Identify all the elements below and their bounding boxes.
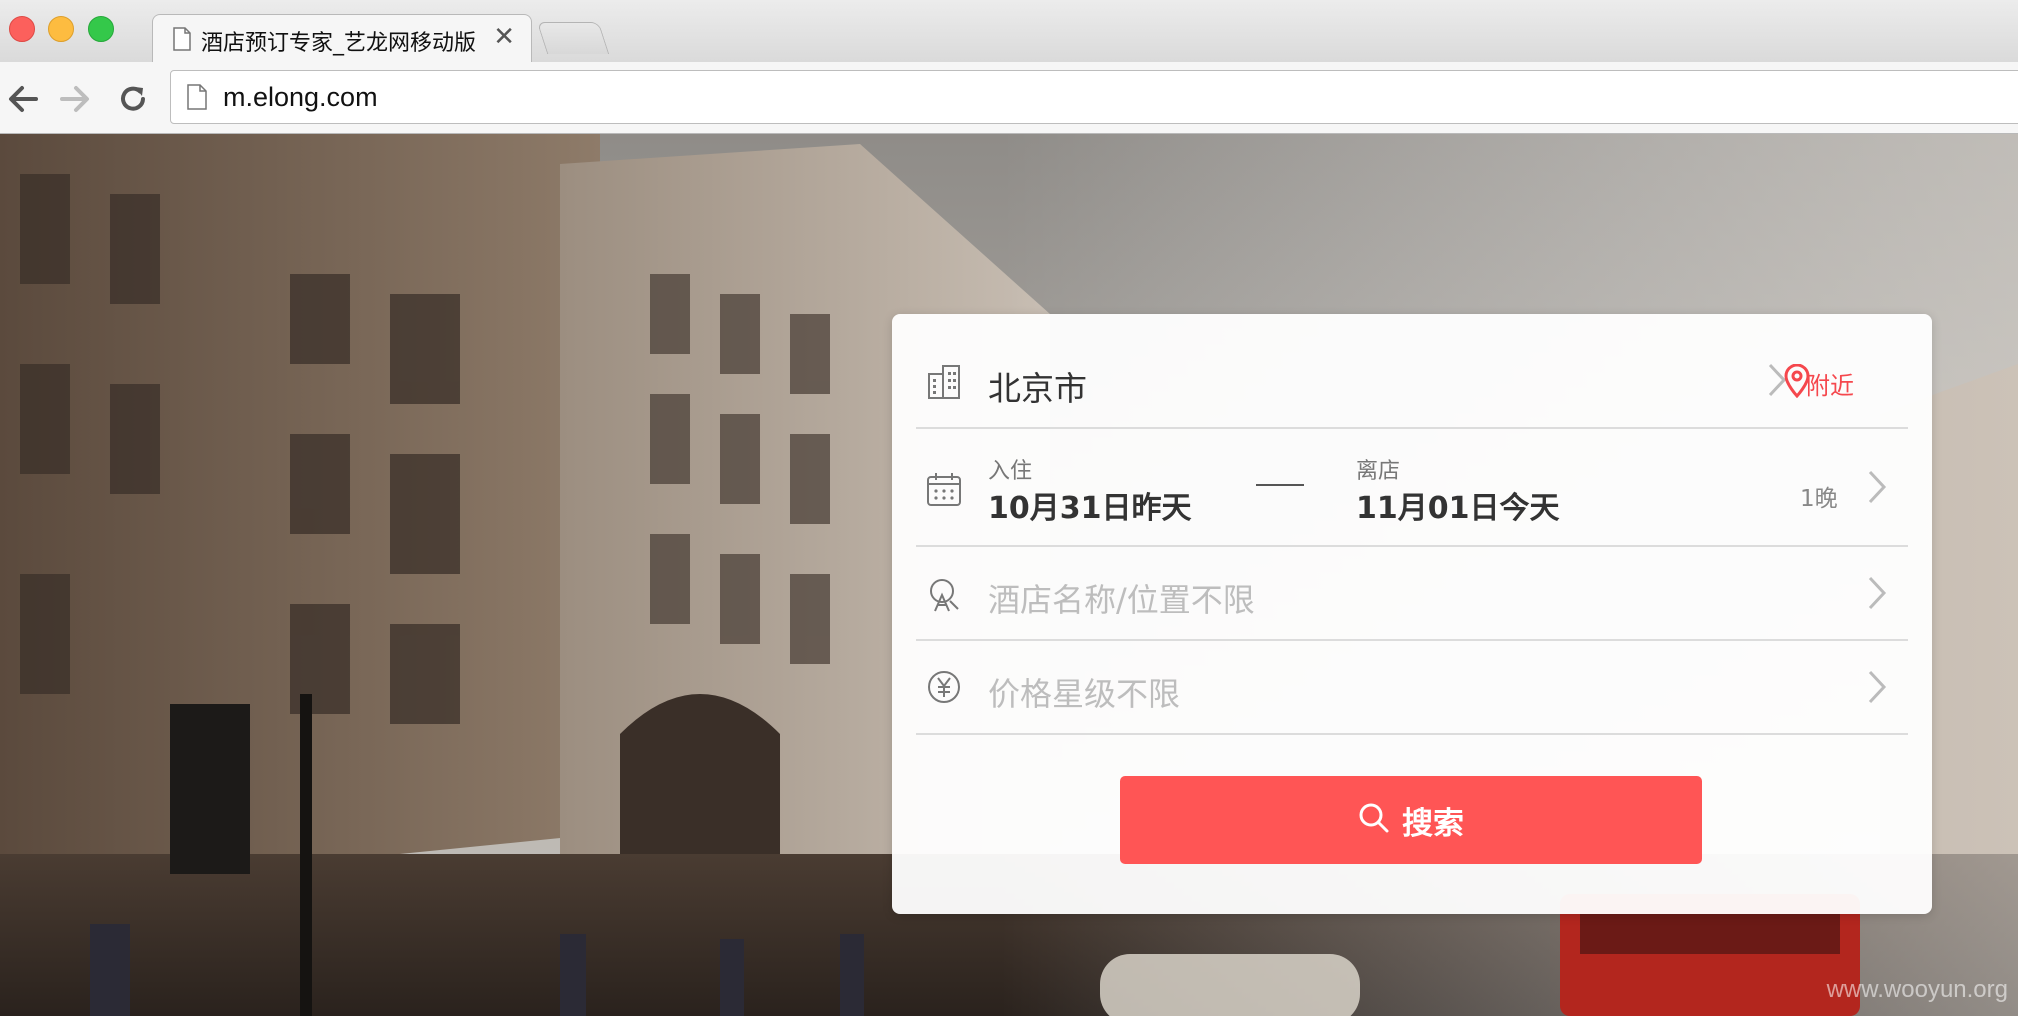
tab-close-button[interactable]: ✕ — [493, 23, 515, 51]
calendar-icon — [926, 471, 962, 507]
chevron-right-icon[interactable] — [1866, 669, 1888, 705]
nights-count: 1晚 — [1800, 486, 1838, 512]
checkout-label: 离店 — [1356, 459, 1401, 484]
page-icon — [173, 27, 191, 55]
price-star-input[interactable]: 价格星级不限 — [988, 669, 1180, 715]
close-window-button[interactable] — [9, 16, 35, 42]
address-bar[interactable]: m.elong.com — [170, 70, 2018, 124]
back-arrow-icon[interactable] — [6, 82, 40, 116]
tab-title: 酒店预订专家_艺龙网移动版 — [201, 31, 477, 56]
checkout-date[interactable]: 11月01日今天 — [1356, 483, 1560, 527]
maximize-window-button[interactable] — [88, 16, 114, 42]
watermark-text: www.wooyun.org — [1826, 976, 2008, 1003]
url-text[interactable]: m.elong.com — [223, 82, 378, 113]
page-viewport: 北京市 附近 入住 10月31日昨天 离店 11月01日今天 1晚 酒店名称/位… — [0, 134, 2018, 1016]
checkin-label: 入住 — [988, 459, 1033, 484]
chevron-right-icon[interactable] — [1866, 469, 1888, 505]
nearby-link[interactable]: 附近 — [1806, 366, 1854, 401]
hotel-keyword-input[interactable]: 酒店名称/位置不限 — [988, 575, 1255, 621]
reload-icon[interactable] — [116, 82, 150, 116]
yuan-icon — [926, 669, 962, 705]
search-icon — [1358, 802, 1390, 838]
city-name[interactable]: 北京市 — [988, 362, 1087, 410]
date-separator — [1256, 484, 1304, 486]
building-icon — [926, 364, 962, 400]
price-star-row[interactable]: 价格星级不限 — [916, 641, 1908, 735]
minimize-window-button[interactable] — [48, 16, 74, 42]
browser-tab-active[interactable]: 酒店预订专家_艺龙网移动版 ✕ — [152, 14, 532, 62]
city-row[interactable]: 北京市 附近 — [916, 314, 1908, 429]
location-search-icon — [926, 577, 962, 613]
date-row[interactable]: 入住 10月31日昨天 离店 11月01日今天 1晚 — [916, 429, 1908, 547]
chevron-right-icon[interactable] — [1866, 575, 1888, 611]
search-button[interactable]: 搜索 — [1120, 776, 1702, 864]
forward-arrow-icon[interactable] — [58, 82, 92, 116]
new-tab-button[interactable] — [536, 22, 610, 54]
checkin-date[interactable]: 10月31日昨天 — [988, 483, 1192, 527]
browser-tabstrip: 酒店预订专家_艺龙网移动版 ✕ — [0, 0, 2018, 62]
search-button-label: 搜索 — [1402, 805, 1464, 842]
hotel-keyword-row[interactable]: 酒店名称/位置不限 — [916, 547, 1908, 641]
hotel-search-card: 北京市 附近 入住 10月31日昨天 离店 11月01日今天 1晚 酒店名称/位… — [892, 314, 1932, 914]
browser-toolbar: m.elong.com — [0, 62, 2018, 134]
page-icon — [187, 84, 207, 114]
